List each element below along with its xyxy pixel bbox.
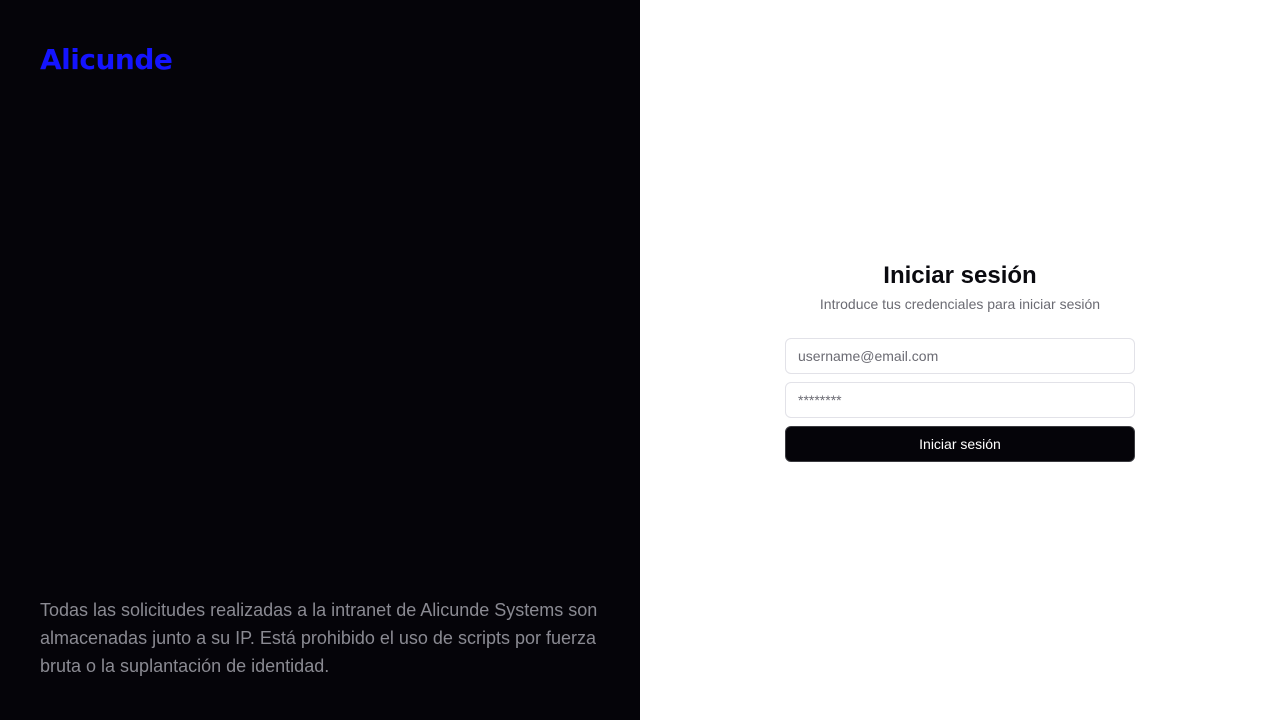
brand-panel: Alicunde Todas las solicitudes realizada…	[0, 0, 640, 720]
login-page: Alicunde Todas las solicitudes realizada…	[0, 0, 1280, 720]
login-title: Iniciar sesión	[883, 262, 1037, 289]
login-subtitle: Introduce tus credenciales para iniciar …	[819, 296, 1101, 312]
login-form: Iniciar sesión Introduce tus credenciale…	[785, 262, 1135, 462]
login-button[interactable]: Iniciar sesión	[785, 426, 1135, 462]
security-disclaimer: Todas las solicitudes realizadas a la in…	[40, 600, 598, 676]
email-field[interactable]	[785, 338, 1135, 374]
login-panel: Iniciar sesión Introduce tus credenciale…	[640, 0, 1280, 720]
password-field[interactable]	[785, 382, 1135, 418]
brand-logo: Alicunde	[40, 43, 173, 76]
